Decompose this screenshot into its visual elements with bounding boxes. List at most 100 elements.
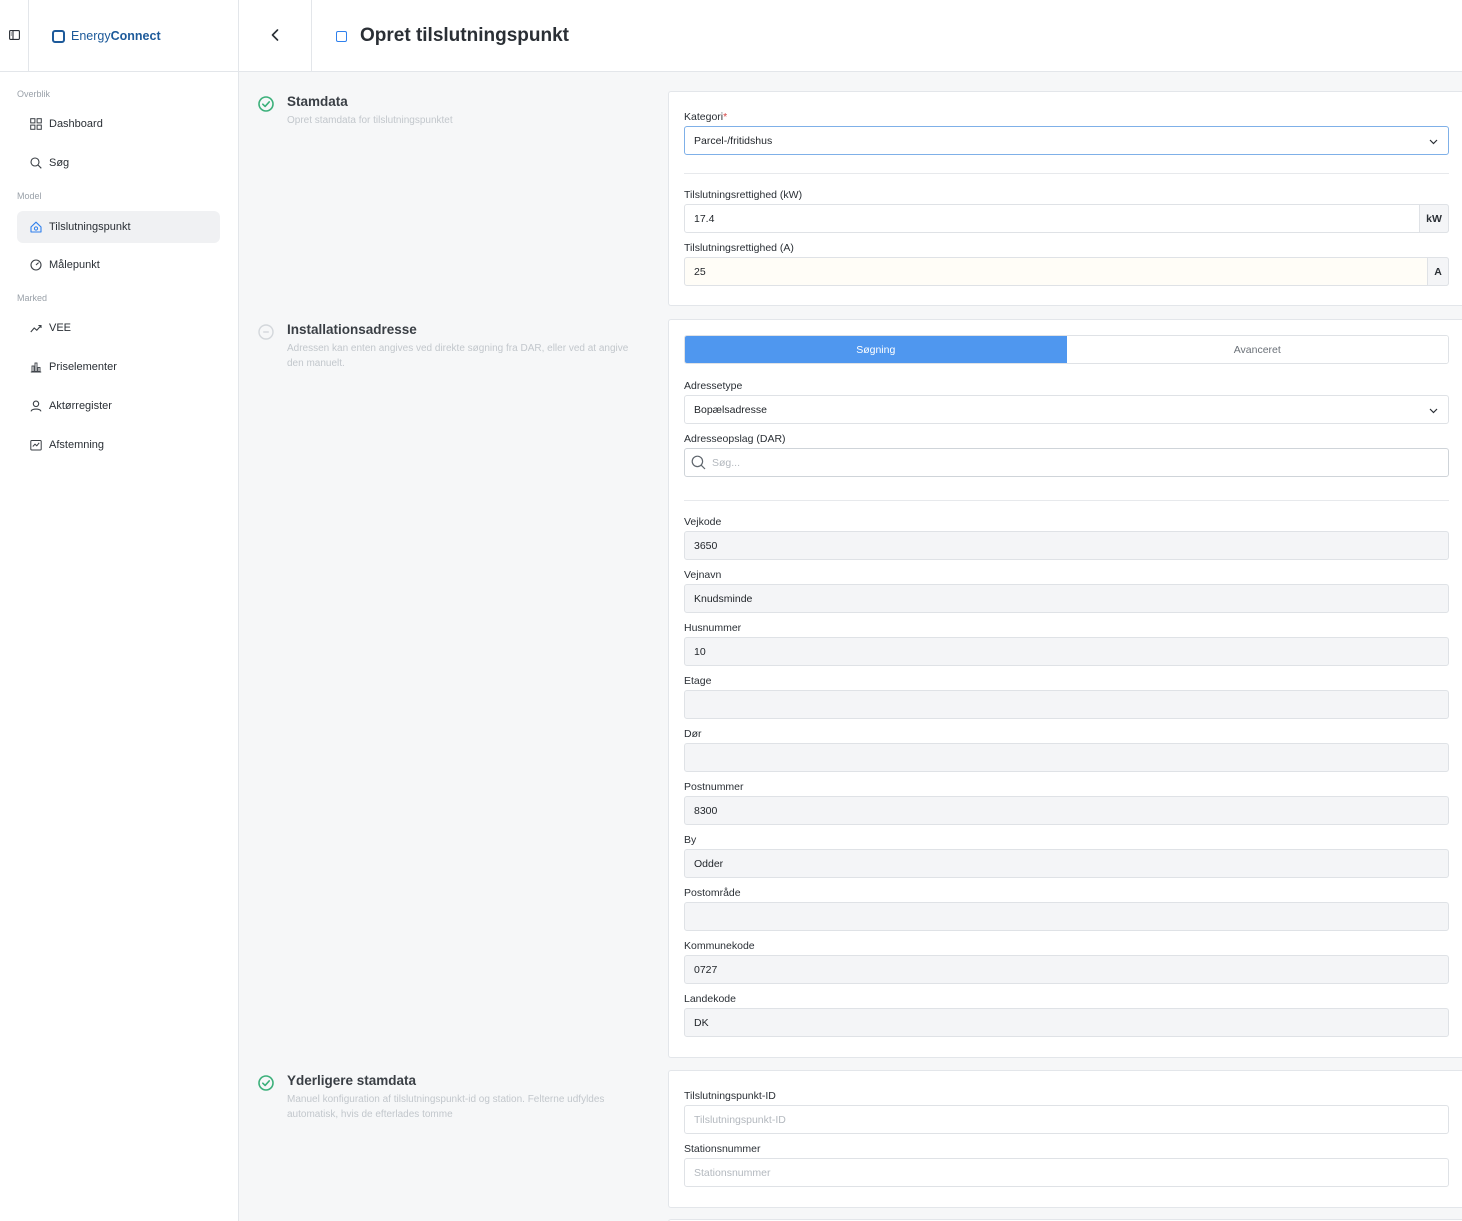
chevron-down-icon — [1429, 405, 1438, 417]
sidebar-item-priselementer[interactable]: Priselementer — [17, 351, 220, 383]
check-circle-icon — [258, 1075, 274, 1091]
tilslutningspunkt-id-placeholder: Tilslutningspunkt-ID — [694, 1113, 786, 1126]
app-logo[interactable]: Energy Connect — [29, 0, 239, 72]
reconciliation-icon — [29, 439, 42, 452]
step-title: Yderligere stamdata — [287, 1073, 417, 1088]
adressetype-label: Adressetype — [684, 380, 743, 392]
amp-unit-addon: A — [1427, 257, 1449, 286]
sidebar-item-afstemning[interactable]: Afstemning — [17, 429, 220, 461]
adressetype-select[interactable]: Bopælsadresse — [684, 395, 1449, 424]
sidebar-item-label: Søg — [49, 157, 70, 169]
postomrade-field[interactable] — [684, 902, 1449, 931]
dor-field[interactable] — [684, 743, 1449, 772]
main-content: Stamdata Opret stamdata for tilslutnings… — [239, 72, 1462, 1221]
vejnavn-label: Vejnavn — [684, 569, 722, 581]
search-placeholder: Søg... — [712, 456, 741, 469]
vejnavn-field[interactable]: Knudsminde — [684, 584, 1449, 613]
page-title-icon — [336, 30, 347, 42]
divider — [684, 173, 1449, 174]
amp-label: Tilslutningsrettighed (A) — [684, 242, 794, 254]
sidebar-item-malepunkt[interactable]: Målepunkt — [17, 249, 220, 281]
sidebar-item-label: VEE — [49, 322, 72, 334]
kommunekode-field[interactable]: 0727 — [684, 955, 1449, 984]
postnummer-label: Postnummer — [684, 781, 744, 793]
kw-input-value: 17.4 — [694, 212, 715, 225]
by-field[interactable]: Odder — [684, 849, 1449, 878]
sidebar-item-tilslutningspunkt[interactable]: Tilslutningspunkt — [17, 211, 220, 243]
postnummer-value: 8300 — [694, 804, 718, 817]
etage-label: Etage — [684, 675, 712, 687]
adressetype-select-value: Bopælsadresse — [694, 403, 767, 416]
sidebar: Overblik Dashboard Søg Model Tilslutning… — [0, 72, 239, 1221]
trend-icon — [29, 322, 42, 335]
check-circle-icon — [258, 96, 274, 112]
sidebar-section-marked: Marked — [17, 293, 48, 303]
sidebar-item-dashboard[interactable]: Dashboard — [17, 108, 220, 140]
adresseopslag-search-input[interactable]: Søg... — [684, 448, 1449, 477]
address-card: Søgning Avanceret Adressetype Bopælsadre… — [668, 319, 1462, 1058]
kategori-select[interactable]: Parcel-/fritidshus — [684, 126, 1449, 155]
step-title: Installationsadresse — [287, 322, 417, 337]
page-title: Opret tilslutningspunkt — [360, 25, 569, 46]
sidebar-panel-icon — [8, 29, 20, 43]
husnummer-field[interactable]: 10 — [684, 637, 1449, 666]
sidebar-item-vee[interactable]: VEE — [17, 312, 220, 344]
chevron-left-icon — [271, 28, 279, 44]
search-icon — [691, 455, 706, 470]
vejnavn-value: Knudsminde — [694, 592, 753, 605]
kategori-select-value: Parcel-/fritidshus — [694, 134, 773, 147]
kw-label: Tilslutningsrettighed (kW) — [684, 189, 803, 201]
tab-sogning[interactable]: Søgning — [685, 336, 1067, 363]
tab-avanceret[interactable]: Avanceret — [1066, 336, 1448, 363]
sidebar-item-label: Afstemning — [49, 439, 105, 451]
address-mode-tabs: Søgning Avanceret — [684, 335, 1449, 364]
sidebar-section-overblik: Overblik — [17, 89, 51, 99]
stamdata-card: Kategori* Parcel-/fritidshus Tilslutning… — [668, 91, 1462, 306]
chevron-down-icon — [1429, 136, 1438, 148]
sidebar-item-label: Målepunkt — [49, 259, 100, 271]
logo-mark-icon — [52, 29, 65, 43]
etage-field[interactable] — [684, 690, 1449, 719]
by-label: By — [684, 834, 697, 846]
landekode-field[interactable]: DK — [684, 1008, 1449, 1037]
search-icon — [29, 157, 42, 170]
stationsnummer-label: Stationsnummer — [684, 1143, 761, 1155]
user-icon — [29, 400, 42, 413]
kommunekode-label: Kommunekode — [684, 940, 755, 952]
top-bar: Energy Connect Opret tilslutningspunkt — [0, 0, 1462, 72]
postnummer-field[interactable]: 8300 — [684, 796, 1449, 825]
husnummer-value: 10 — [694, 645, 706, 658]
back-button[interactable] — [239, 0, 312, 72]
kw-unit-addon: kW — [1419, 204, 1449, 233]
sidebar-item-search[interactable]: Søg — [17, 147, 220, 179]
postomrade-label: Postområde — [684, 887, 741, 899]
by-value: Odder — [694, 857, 724, 870]
stationsnummer-input[interactable]: Stationsnummer — [684, 1158, 1449, 1187]
kw-input[interactable]: 17.4 kW — [684, 204, 1449, 233]
tilslutningspunkt-id-label: Tilslutningspunkt-ID — [684, 1090, 776, 1102]
step-description: Opret stamdata for tilslutningspunktet — [287, 115, 453, 126]
amp-input-value: 25 — [694, 265, 706, 278]
sidebar-item-label: Priselementer — [49, 361, 117, 373]
dashboard-icon — [29, 118, 42, 131]
page-header: Opret tilslutningspunkt — [336, 0, 569, 72]
dor-label: Dør — [684, 728, 702, 740]
step-title: Stamdata — [287, 94, 348, 109]
landekode-label: Landekode — [684, 993, 736, 1005]
kategori-label: Kategori* — [684, 111, 728, 123]
stationsnummer-placeholder: Stationsnummer — [694, 1166, 771, 1179]
price-chart-icon — [29, 361, 42, 374]
sidebar-item-label: Aktørregister — [49, 400, 112, 412]
pending-circle-icon — [258, 324, 274, 340]
logo-text-energy: Energy — [71, 29, 111, 43]
connection-point-icon — [29, 221, 42, 234]
sidebar-item-label: Tilslutningspunkt — [49, 221, 131, 233]
required-marker: * — [723, 111, 728, 123]
tilslutningspunkt-id-input[interactable]: Tilslutningspunkt-ID — [684, 1105, 1449, 1134]
vejkode-field[interactable]: 3650 — [684, 531, 1449, 560]
sidebar-item-aktorregister[interactable]: Aktørregister — [17, 390, 220, 422]
sidebar-toggle-button[interactable] — [0, 0, 29, 72]
amp-input[interactable]: 25 A — [684, 257, 1449, 286]
extra-stamdata-card: Tilslutningspunkt-ID Tilslutningspunkt-I… — [668, 1070, 1462, 1208]
meter-gauge-icon — [29, 259, 42, 272]
